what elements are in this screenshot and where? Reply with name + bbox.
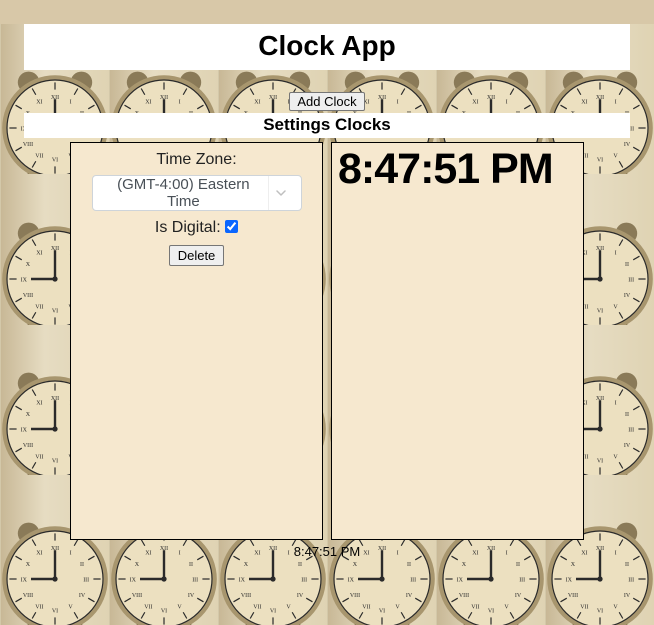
svg-text:VI: VI [161,609,167,615]
svg-text:VI: VI [270,609,276,615]
svg-text:X: X [571,562,576,568]
digital-clock-time: 8:47:51 PM [338,145,577,194]
svg-text:X: X [244,562,249,568]
svg-text:VIII: VIII [459,593,469,599]
svg-text:IX: IX [239,577,246,583]
svg-text:IV: IV [297,593,304,599]
svg-text:III: III [301,577,307,583]
svg-text:VII: VII [471,604,479,610]
svg-text:IX: IX [21,577,28,583]
svg-text:II: II [80,562,84,568]
svg-text:IV: IV [624,593,631,599]
svg-text:IX: IX [348,577,355,583]
svg-text:V: V [395,604,400,610]
svg-text:IV: IV [79,593,86,599]
svg-text:VII: VII [253,604,261,610]
svg-text:IX: IX [130,577,137,583]
svg-text:III: III [519,577,525,583]
svg-text:V: V [177,604,182,610]
svg-text:V: V [68,604,73,610]
section-header: Settings Clocks [24,113,630,138]
svg-text:III: III [192,577,198,583]
svg-text:V: V [613,604,618,610]
svg-text:VIII: VIII [23,593,33,599]
svg-text:II: II [189,562,193,568]
svg-text:VII: VII [35,604,43,610]
svg-text:VII: VII [580,604,588,610]
svg-text:VII: VII [144,604,152,610]
footer-time: 8:47:51 PM [0,544,654,559]
svg-text:X: X [26,562,31,568]
svg-text:VI: VI [488,609,494,615]
timezone-select-value: (GMT-4:00) Eastern Time [105,176,263,210]
svg-text:X: X [462,562,467,568]
svg-text:IV: IV [515,593,522,599]
delete-button[interactable]: Delete [169,245,225,266]
svg-text:II: II [625,562,629,568]
svg-text:III: III [83,577,89,583]
digital-label: Is Digital: [155,219,221,236]
svg-text:IV: IV [188,593,195,599]
svg-text:IX: IX [457,577,464,583]
settings-panel: Time Zone: (GMT-4:00) Eastern Time Is Di… [70,142,323,540]
svg-text:II: II [298,562,302,568]
digital-checkbox[interactable] [225,220,238,233]
svg-text:V: V [286,604,291,610]
svg-text:VII: VII [362,604,370,610]
svg-text:VIII: VIII [132,593,142,599]
svg-text:II: II [407,562,411,568]
svg-text:VI: VI [597,609,603,615]
timezone-label: Time Zone: [77,151,316,169]
clock-panel: 8:47:51 PM [331,142,584,540]
svg-text:X: X [353,562,358,568]
svg-text:V: V [504,604,509,610]
svg-text:VIII: VIII [568,593,578,599]
svg-text:III: III [410,577,416,583]
svg-text:II: II [516,562,520,568]
svg-text:IV: IV [406,593,413,599]
svg-text:VI: VI [379,609,385,615]
app-title: Clock App [24,24,630,70]
svg-text:X: X [135,562,140,568]
timezone-select[interactable]: (GMT-4:00) Eastern Time [92,175,302,211]
chevron-down-icon [268,176,292,210]
svg-text:IX: IX [566,577,573,583]
svg-text:VIII: VIII [350,593,360,599]
add-clock-button[interactable]: Add Clock [289,92,364,111]
svg-text:III: III [628,577,634,583]
svg-text:VI: VI [52,609,58,615]
svg-text:VIII: VIII [241,593,251,599]
